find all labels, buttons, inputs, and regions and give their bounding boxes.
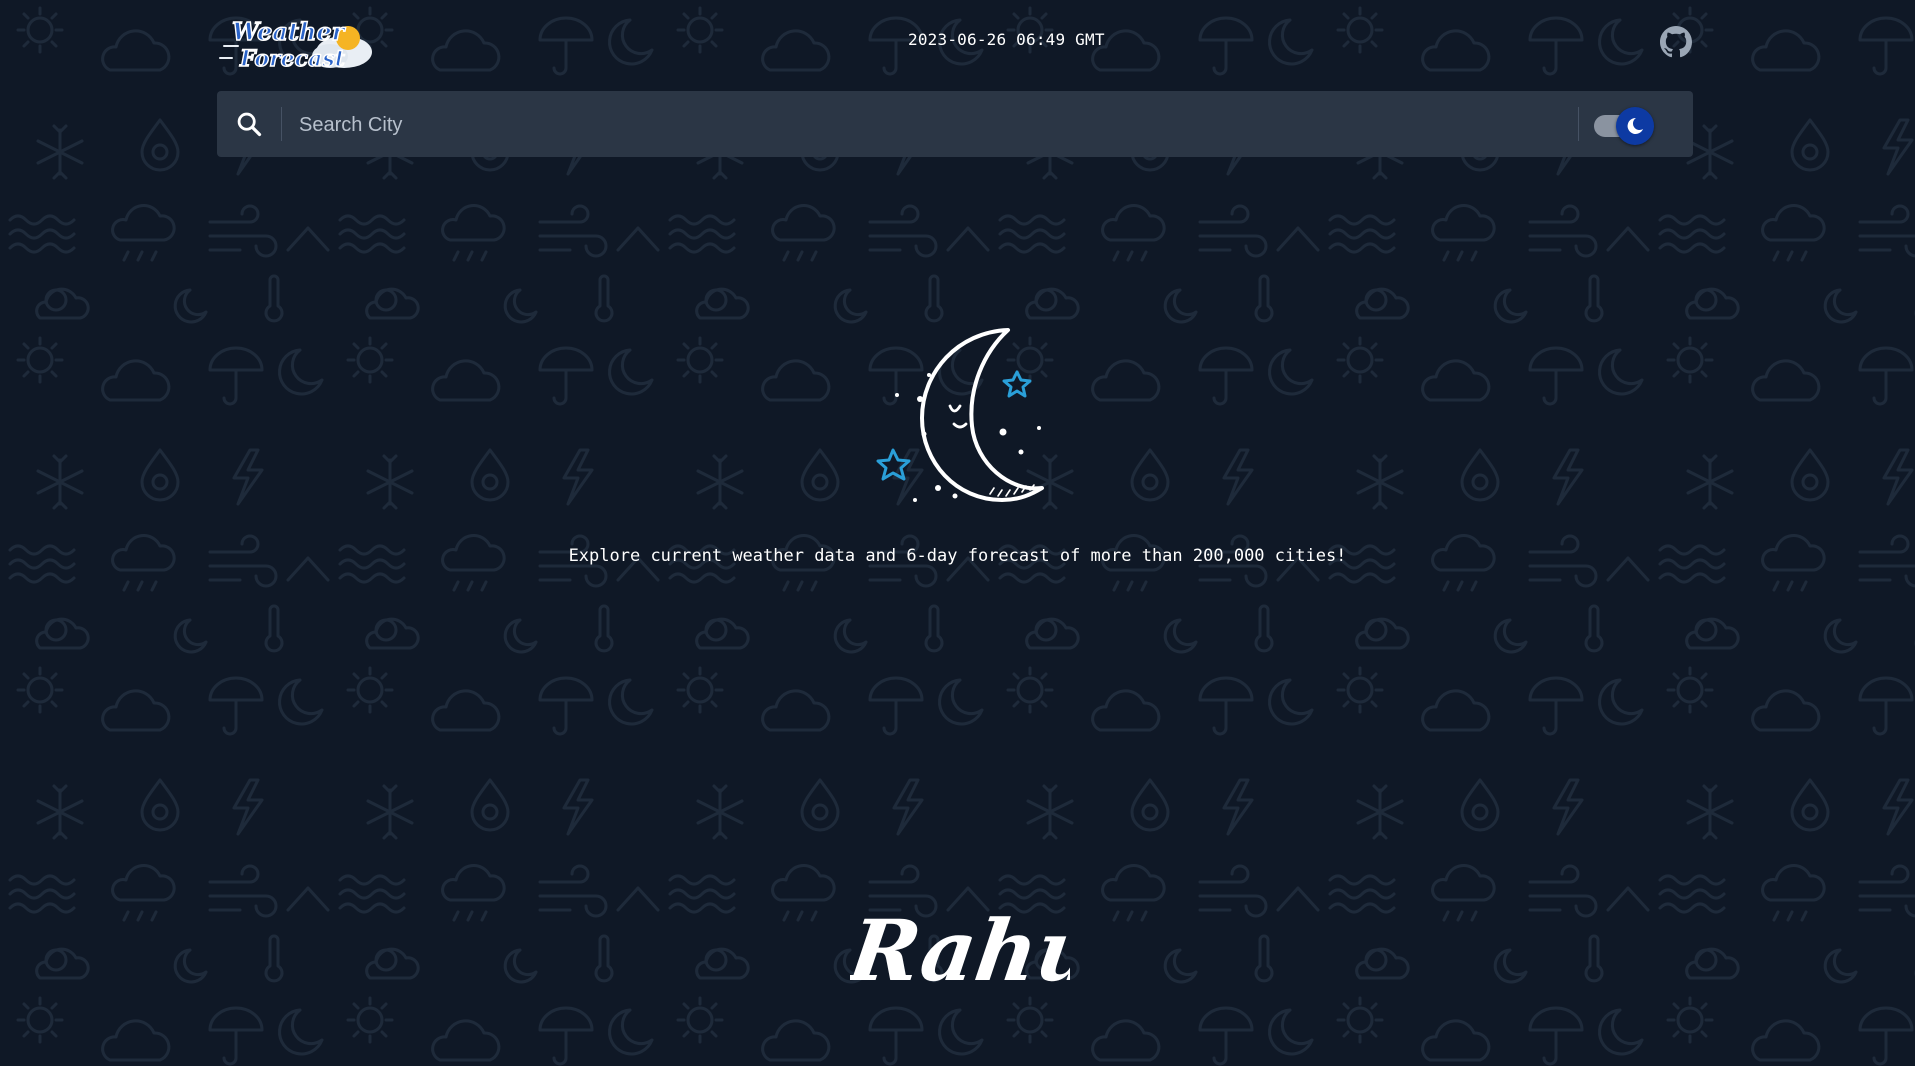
theme-toggle[interactable] [1588, 107, 1654, 145]
hero-tagline: Explore current weather data and 6-day f… [568, 546, 1347, 566]
author-signature: Rahul [841, 880, 1137, 1010]
search-input[interactable] [297, 103, 1561, 147]
toggle-divider [1578, 107, 1579, 141]
sleeping-moon-illustration [860, 322, 1050, 507]
logo-text-line1: Weather [232, 17, 347, 46]
star-icon [1002, 370, 1032, 398]
signature-text: Rahul [850, 901, 1070, 1000]
search-bar [217, 91, 1693, 157]
search-icon[interactable] [235, 110, 263, 138]
search-divider [281, 107, 282, 141]
moon-icon [1627, 117, 1643, 134]
current-datetime: 2023-06-26 06:49 GMT [908, 30, 1105, 49]
logo-text-line2: Forecast [239, 46, 345, 72]
star-icon [876, 448, 911, 481]
toggle-knob[interactable] [1616, 107, 1654, 145]
weather-forecast-logo[interactable]: Weather Forecast [218, 12, 386, 74]
github-icon[interactable] [1660, 26, 1692, 58]
top-header: Weather Forecast 2023-06-26 06:49 GMT [0, 0, 1915, 90]
